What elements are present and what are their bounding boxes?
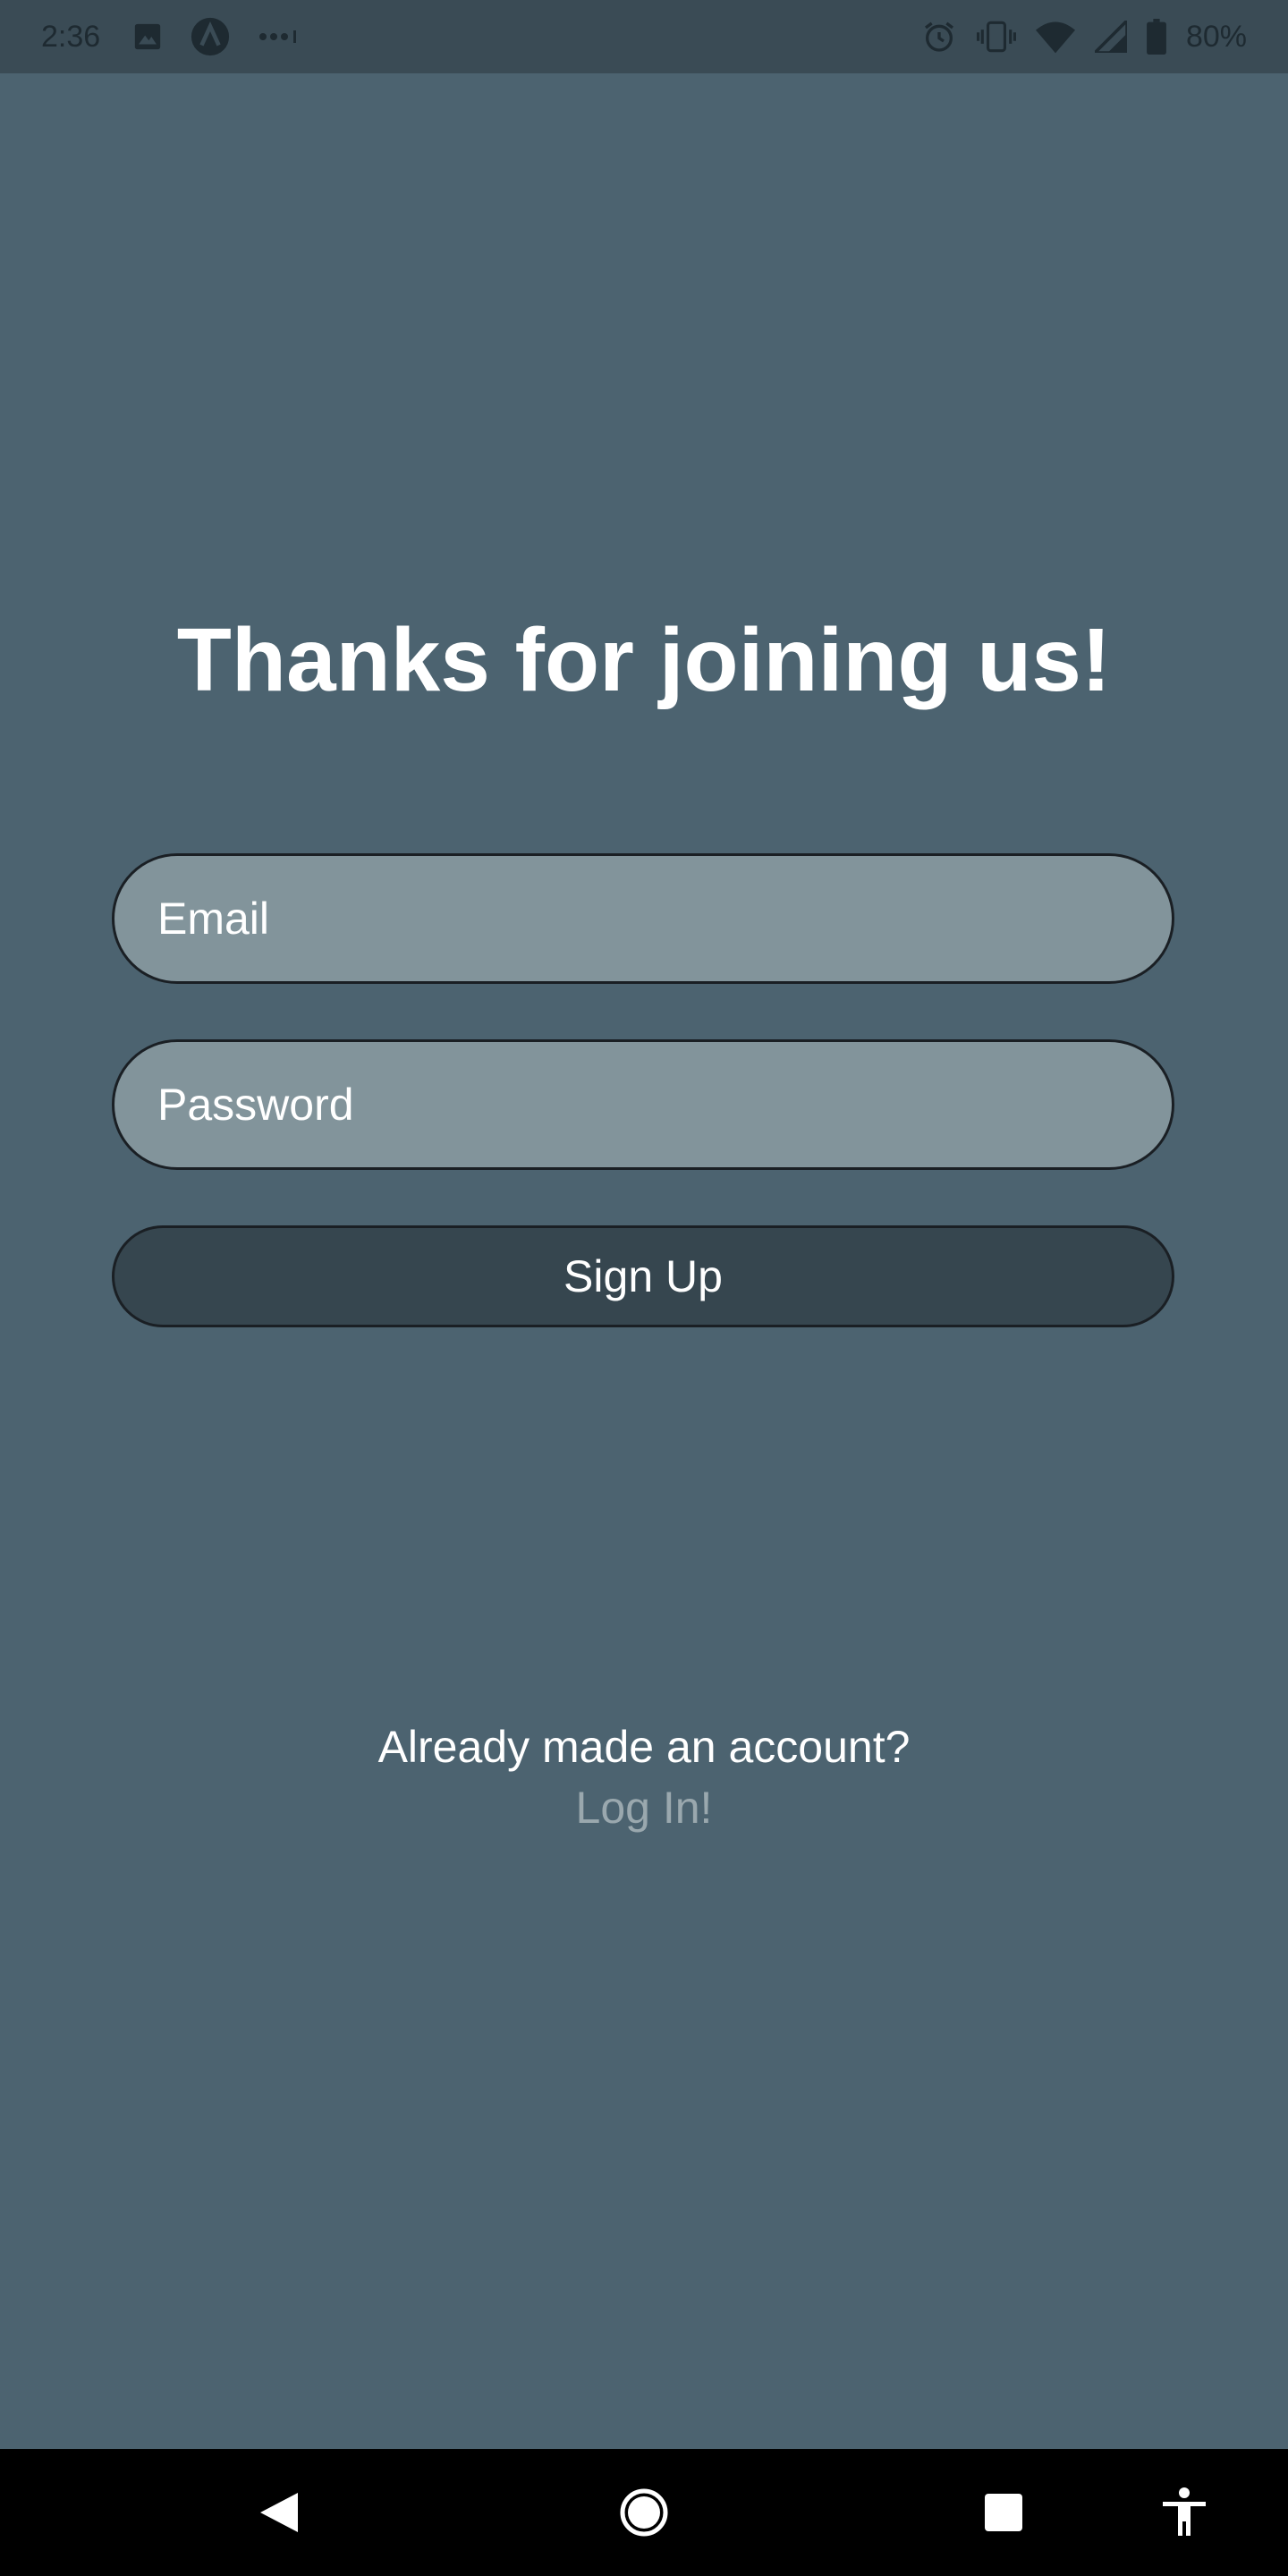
more-dots-icon xyxy=(258,28,301,46)
already-account-text: Already made an account? xyxy=(377,1722,911,1772)
alarm-icon xyxy=(921,19,957,55)
log-in-link[interactable]: Log In! xyxy=(0,1776,1288,1839)
page-title: Thanks for joining us! xyxy=(176,610,1112,710)
back-icon[interactable] xyxy=(234,2449,324,2576)
status-time: 2:36 xyxy=(41,19,101,54)
email-field-container[interactable] xyxy=(112,853,1174,984)
battery-icon xyxy=(1147,19,1166,55)
home-icon[interactable] xyxy=(599,2449,689,2576)
vibrate-icon xyxy=(976,19,1016,55)
status-left: 2:36 xyxy=(41,0,327,73)
image-icon xyxy=(132,21,163,52)
recents-icon[interactable] xyxy=(959,2449,1048,2576)
status-right: 80% xyxy=(921,0,1247,73)
password-field[interactable] xyxy=(156,1078,1172,1131)
wifi-icon xyxy=(1035,19,1075,55)
password-field-container[interactable] xyxy=(112,1039,1174,1170)
sign-up-button[interactable]: Sign Up xyxy=(112,1225,1174,1327)
status-bar: 2:36 80% xyxy=(0,0,1288,73)
signup-screen: 2:36 80% Thanks for joining us! Email Si… xyxy=(0,0,1288,2576)
email-field[interactable] xyxy=(156,892,1172,945)
app-a-icon xyxy=(190,16,231,57)
signal-icon xyxy=(1094,21,1127,53)
battery-percent: 80% xyxy=(1185,19,1247,54)
navigation-bar xyxy=(0,2449,1288,2576)
accessibility-icon[interactable] xyxy=(1140,2449,1229,2576)
